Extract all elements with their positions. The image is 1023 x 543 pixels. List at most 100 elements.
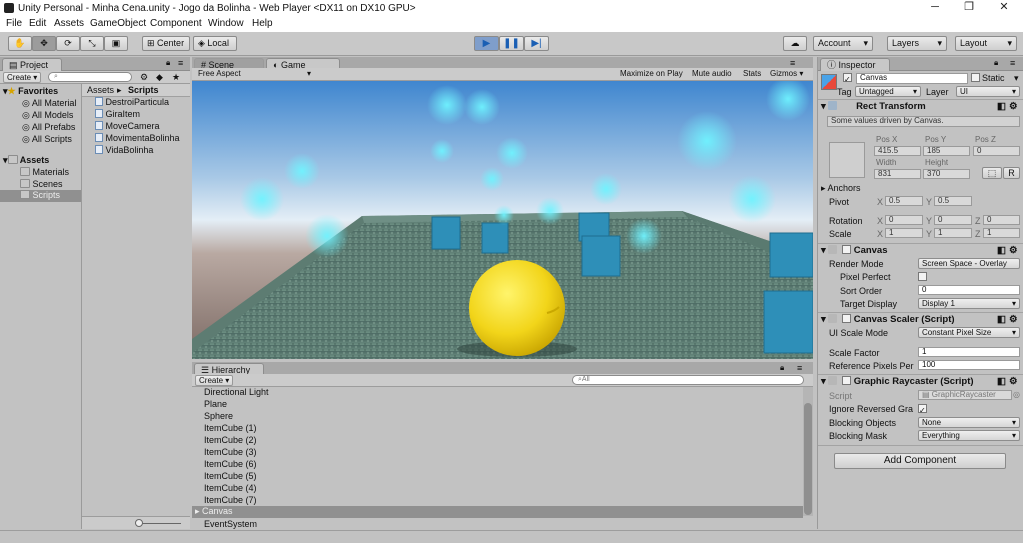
space-local-button[interactable]: ◈ Local: [193, 36, 237, 51]
target-display-dropdown[interactable]: Display 1 ▾: [918, 298, 1020, 309]
blocking-objects-dropdown[interactable]: None ▾: [918, 417, 1020, 428]
rotation-y-field[interactable]: 0: [934, 215, 972, 225]
tag-dropdown[interactable]: Untagged ▾: [855, 86, 921, 97]
render-mode-dropdown[interactable]: Screen Space - Overlay: [918, 258, 1020, 269]
hierarchy-item-selected[interactable]: ▸ Canvas: [192, 506, 803, 518]
tab-project[interactable]: ▤ Project: [2, 58, 62, 71]
help-icon[interactable]: ◧: [997, 376, 1006, 388]
close-button[interactable]: ✕: [987, 0, 1021, 17]
favorite-item[interactable]: ◎ All Scripts: [22, 134, 72, 145]
lock-icon[interactable]: 🔒︎: [780, 363, 784, 373]
help-icon[interactable]: ◧: [997, 245, 1006, 257]
scrollbar-thumb[interactable]: [804, 403, 812, 515]
scale-z-field[interactable]: 1: [983, 228, 1020, 238]
script-file-item[interactable]: GiraItem: [95, 109, 140, 119]
scale-factor-field[interactable]: 1: [918, 347, 1020, 357]
component-enabled-checkbox[interactable]: [842, 376, 852, 385]
hierarchy-item[interactable]: Plane: [204, 399, 227, 409]
menu-help[interactable]: Help: [252, 18, 273, 29]
breadcrumb-root[interactable]: Assets: [87, 85, 114, 95]
object-picker-icon[interactable]: ◎: [1013, 390, 1020, 399]
menu-edit[interactable]: Edit: [29, 18, 46, 29]
menu-icon[interactable]: ≡: [178, 58, 183, 68]
script-file-item[interactable]: MoveCamera: [95, 121, 160, 131]
active-checkbox[interactable]: ✓: [843, 73, 852, 84]
gizmos-dropdown[interactable]: Gizmos ▾: [770, 69, 803, 78]
blueprint-mode-button[interactable]: ⬚: [982, 167, 1002, 179]
reference-pixels-field[interactable]: 100: [918, 360, 1020, 370]
layout-dropdown[interactable]: Layout ▾: [955, 36, 1017, 51]
menu-icon[interactable]: ≡: [790, 58, 795, 68]
blocking-mask-dropdown[interactable]: Everything ▾: [918, 430, 1020, 441]
project-create-button[interactable]: Create ▾: [3, 72, 41, 83]
ui-scale-mode-dropdown[interactable]: Constant Pixel Size ▾: [918, 327, 1020, 338]
sort-order-field[interactable]: 0: [918, 285, 1020, 295]
component-enabled-checkbox[interactable]: [842, 245, 852, 254]
hierarchy-item[interactable]: ItemCube (2): [204, 435, 257, 445]
maximize-button[interactable]: ❐: [952, 0, 986, 17]
favorite-item[interactable]: ◎ All Prefabs: [22, 122, 75, 133]
game-viewport[interactable]: [192, 81, 813, 359]
step-button[interactable]: ▶|: [524, 36, 549, 51]
rotation-z-field[interactable]: 0: [983, 215, 1020, 225]
menu-assets[interactable]: Assets: [54, 18, 84, 29]
maximize-on-play-toggle[interactable]: Maximize on Play: [620, 69, 683, 78]
tab-inspector[interactable]: ⓘ Inspector: [820, 58, 890, 71]
scale-x-field[interactable]: 1: [885, 228, 923, 238]
cloud-button[interactable]: ☁: [783, 36, 807, 51]
favorites-header[interactable]: ▾★ Favorites: [3, 86, 58, 97]
script-file-item[interactable]: MovimentaBolinha: [95, 133, 180, 143]
menu-icon[interactable]: ≡: [797, 363, 802, 373]
hierarchy-item[interactable]: EventSystem: [204, 519, 257, 529]
rect-tool-button[interactable]: ▣: [104, 36, 128, 51]
object-name-field[interactable]: Canvas: [856, 73, 968, 84]
posy-field[interactable]: 185: [923, 146, 970, 156]
stats-toggle[interactable]: Stats: [743, 69, 761, 78]
script-file-item[interactable]: DestroiParticula: [95, 97, 169, 107]
breadcrumb-current[interactable]: Scripts: [128, 85, 159, 95]
pause-button[interactable]: ❚❚: [499, 36, 524, 51]
rotate-tool-button[interactable]: ⟳: [56, 36, 80, 51]
layer-dropdown[interactable]: UI ▾: [956, 86, 1020, 97]
static-checkbox[interactable]: [971, 73, 980, 82]
menu-component[interactable]: Component: [150, 18, 202, 29]
gear-icon[interactable]: ⚙: [1009, 245, 1018, 257]
lock-icon[interactable]: 🔒︎: [166, 58, 170, 68]
menu-file[interactable]: File: [6, 18, 22, 29]
lock-icon[interactable]: 🔒︎: [994, 58, 998, 68]
hand-tool-button[interactable]: ✋: [8, 36, 32, 51]
scale-y-field[interactable]: 1: [934, 228, 972, 238]
mute-audio-toggle[interactable]: Mute audio: [692, 69, 732, 78]
canvas-scaler-header[interactable]: ▾ Canvas Scaler (Script) ◧ ⚙: [821, 314, 1021, 327]
rect-transform-header[interactable]: ▾ Rect Transform ◧ ⚙: [821, 101, 1021, 114]
menu-gameobject[interactable]: GameObject: [90, 18, 146, 29]
component-enabled-checkbox[interactable]: [842, 314, 852, 323]
hierarchy-search-input[interactable]: ⌕All: [572, 375, 804, 385]
menu-window[interactable]: Window: [208, 18, 244, 29]
hierarchy-item[interactable]: Directional Light: [204, 387, 269, 397]
aspect-dropdown[interactable]: Free Aspect ▾: [195, 69, 315, 80]
pixel-perfect-checkbox[interactable]: [918, 272, 927, 281]
scale-tool-button[interactable]: ⤡: [80, 36, 104, 51]
script-file-item[interactable]: VidaBolinha: [95, 145, 153, 155]
minimize-button[interactable]: ─: [918, 0, 952, 17]
hierarchy-item[interactable]: ItemCube (1): [204, 423, 257, 433]
favorite-item[interactable]: ◎ All Models: [22, 110, 73, 121]
favorite-star-icon[interactable]: ★: [172, 72, 180, 83]
hierarchy-scrollbar[interactable]: [803, 387, 813, 516]
play-button[interactable]: ▶: [474, 36, 499, 51]
menu-icon[interactable]: ≡: [1010, 58, 1015, 68]
gear-icon[interactable]: ⚙: [1009, 376, 1018, 388]
anchor-presets-widget[interactable]: [829, 142, 865, 178]
help-icon[interactable]: ◧: [997, 101, 1006, 113]
ignore-reversed-checkbox[interactable]: ✓: [918, 404, 927, 415]
add-component-button[interactable]: Add Component: [834, 453, 1006, 469]
pivot-x-field[interactable]: 0.5: [885, 196, 923, 206]
asset-folder-item-selected[interactable]: Scripts: [0, 190, 81, 202]
asset-folder-item[interactable]: Materials: [20, 167, 69, 177]
favorite-item[interactable]: ◎ All Material: [22, 98, 76, 109]
pivot-y-field[interactable]: 0.5: [934, 196, 972, 206]
move-tool-button[interactable]: ✥: [32, 36, 56, 51]
hierarchy-item[interactable]: ItemCube (3): [204, 447, 257, 457]
posz-field[interactable]: 0: [973, 146, 1020, 156]
